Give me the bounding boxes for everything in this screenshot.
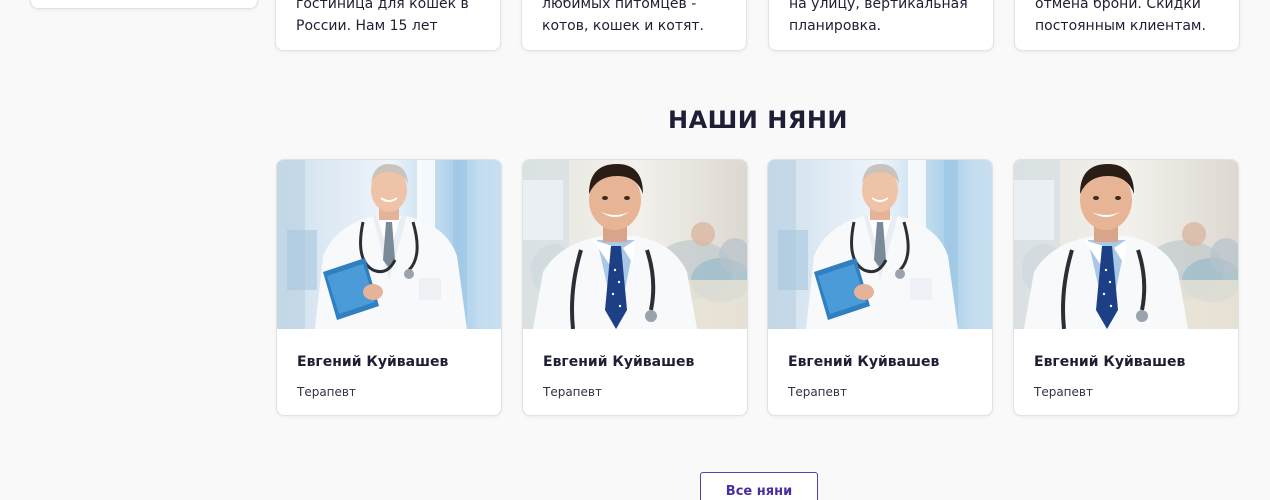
feature-card-text: России. Нам 15 лет: [296, 18, 438, 34]
all-nannies-button[interactable]: Все няни: [700, 472, 818, 500]
nanny-name: Евгений Куйвашев: [543, 354, 695, 370]
feature-card-text: отмена брони. Скидки: [1035, 0, 1201, 12]
nanny-photo: [1014, 160, 1239, 329]
feature-card: гостиница для кошек в России. Нам 15 лет: [275, 0, 501, 51]
nanny-name: Евгений Куйвашев: [1034, 354, 1186, 370]
page: гостиница для кошек в России. Нам 15 лет…: [0, 0, 1270, 500]
nanny-photo: [277, 160, 502, 329]
nanny-role: Терапевт: [1034, 385, 1093, 399]
nanny-role: Терапевт: [297, 385, 356, 399]
feature-card: на улицу, вертикальная планировка.: [768, 0, 994, 51]
feature-card-text: планировка.: [789, 18, 882, 34]
feature-card: отмена брони. Скидки постоянным клиентам…: [1014, 0, 1240, 51]
nanny-card[interactable]: Евгений Куйвашев Терапевт: [767, 159, 993, 416]
nanny-photo: [768, 160, 993, 329]
feature-card-text: котов, кошек и котят.: [542, 18, 704, 34]
nanny-card[interactable]: Евгений Куйвашев Терапевт: [276, 159, 502, 416]
feature-card-text: любимых питомцев -: [542, 0, 697, 12]
nanny-card[interactable]: Евгений Куйвашев Терапевт: [522, 159, 748, 416]
sidebar-card: [30, 0, 258, 9]
feature-card-text: на улицу, вертикальная: [789, 0, 968, 12]
nanny-name: Евгений Куйвашев: [297, 354, 449, 370]
feature-card: любимых питомцев - котов, кошек и котят.: [521, 0, 747, 51]
feature-card-text: постоянным клиентам.: [1035, 18, 1206, 34]
nanny-name: Евгений Куйвашев: [788, 354, 940, 370]
nanny-role: Терапевт: [788, 385, 847, 399]
nanny-photo: [523, 160, 748, 329]
section-title: НАШИ НЯНИ: [668, 106, 848, 134]
nanny-card[interactable]: Евгений Куйвашев Терапевт: [1013, 159, 1239, 416]
feature-card-text: гостиница для кошек в: [296, 0, 469, 12]
nanny-role: Терапевт: [543, 385, 602, 399]
